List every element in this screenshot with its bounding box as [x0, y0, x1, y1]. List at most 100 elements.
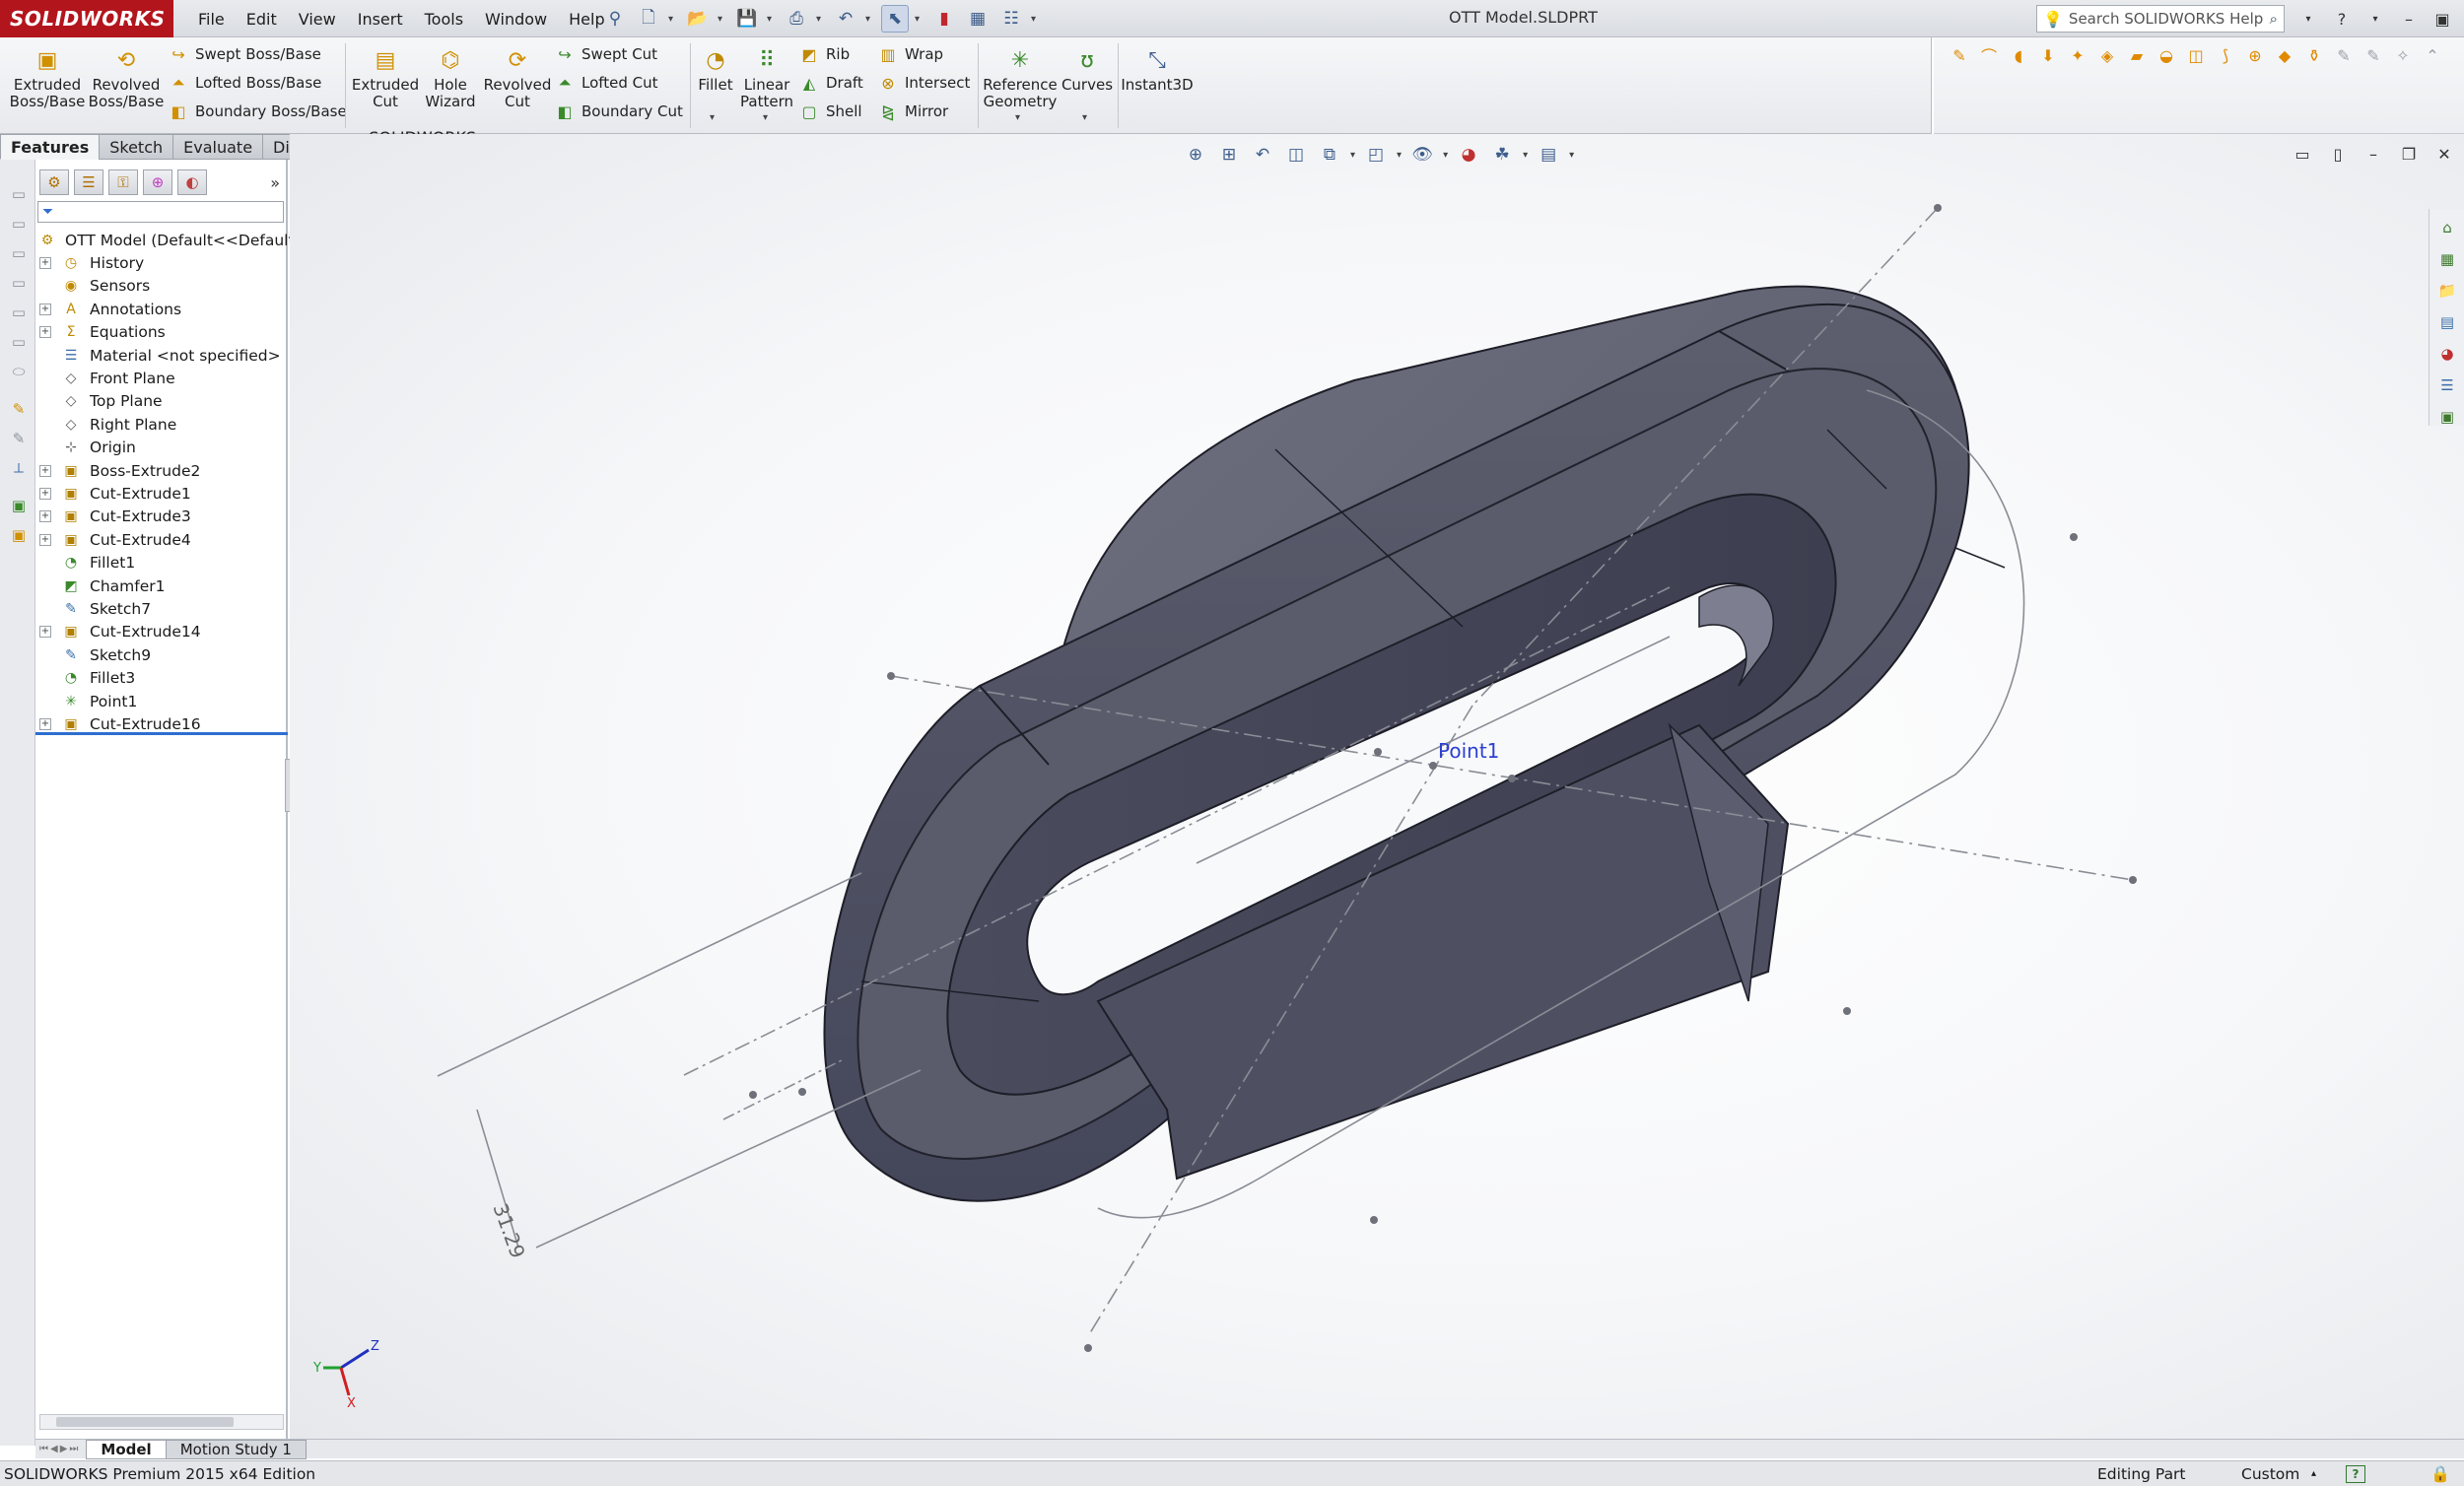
close-icon[interactable]: ✕	[2432, 142, 2456, 166]
tree-root-part[interactable]: ⚙ OTT Model (Default<<Default>_	[35, 229, 315, 251]
reference-geometry-dropdown-icon[interactable]: ▾	[1015, 112, 1020, 123]
file-properties-icon[interactable]: ▦	[964, 5, 992, 33]
undo-icon[interactable]: ↶	[832, 5, 859, 33]
menu-tools[interactable]: Tools	[414, 10, 474, 29]
revolved-cut-button[interactable]: ⟳ Revolved Cut	[483, 45, 552, 110]
expand-icon[interactable]: +	[39, 257, 51, 270]
tree-item-chamfer1[interactable]: ◩ Chamfer1	[35, 574, 288, 597]
open-dropdown-icon[interactable]: ▾	[718, 14, 727, 25]
expand-icon[interactable]: +	[39, 533, 51, 546]
expand-icon[interactable]: +	[39, 626, 51, 639]
toolbar-tool-icon[interactable]: ✎	[2332, 43, 2356, 67]
fillet-button[interactable]: ◔ Fillet	[694, 45, 737, 94]
horizontal-scrollbar[interactable]	[39, 1414, 284, 1430]
options-icon[interactable]: ☷	[997, 5, 1025, 33]
expand-icon[interactable]: +	[39, 717, 51, 730]
swept-cut-button[interactable]: ↪ Swept Cut	[554, 41, 657, 67]
boundary-cut-button[interactable]: ◧ Boundary Cut	[554, 99, 682, 124]
quick-tips-icon[interactable]: ?	[2346, 1464, 2365, 1483]
toolbar-tool-icon[interactable]: ◈	[2095, 43, 2119, 67]
view-orientation-dropdown-icon[interactable]: ▾	[1350, 150, 1355, 161]
expand-icon[interactable]: +	[39, 303, 51, 315]
swept-boss-button[interactable]: ↪ Swept Boss/Base	[168, 41, 321, 67]
expand-icon[interactable]: +	[39, 464, 51, 477]
custom-properties-icon[interactable]: ☰	[2434, 372, 2460, 398]
tree-item-origin[interactable]: ⊹ Origin	[35, 437, 288, 459]
print-dropdown-icon[interactable]: ▾	[816, 14, 826, 25]
zoom-to-fit-icon[interactable]: ⊕	[1183, 142, 1208, 168]
tree-item-sketch9[interactable]: ✎ Sketch9	[35, 643, 288, 666]
help-dropdown-icon[interactable]: ▾	[2363, 7, 2387, 31]
wrap-button[interactable]: ▥ Wrap	[877, 41, 943, 67]
part-model[interactable]	[290, 134, 2464, 1439]
restore-icon[interactable]: ❐	[2397, 142, 2421, 166]
print-icon[interactable]: ⎙	[783, 5, 810, 33]
design-library-icon[interactable]: ▦	[2434, 246, 2460, 272]
view-settings-icon[interactable]: ▤	[1536, 142, 1561, 168]
shell-button[interactable]: ▢ Shell	[798, 99, 861, 124]
menu-window[interactable]: Window	[474, 10, 558, 29]
dynamic-annotation-icon[interactable]: ⧉	[1317, 142, 1342, 168]
pin-icon[interactable]: ⚲	[601, 5, 629, 33]
view-orientation-icon[interactable]: ◰	[1363, 142, 1389, 168]
tree-item-cut-extrude4[interactable]: + ▣ Cut-Extrude4	[35, 528, 288, 551]
rollback-bar[interactable]	[35, 732, 288, 735]
tile-horizontal-icon[interactable]: ▭	[2291, 142, 2314, 166]
tile-vertical-icon[interactable]: ▯	[2326, 142, 2350, 166]
hide-show-items-icon[interactable]: 👁	[1409, 142, 1435, 168]
display-manager-tab-icon[interactable]: ◐	[177, 169, 207, 195]
next-tab-icon[interactable]: ▶	[60, 1444, 68, 1454]
tab-features[interactable]: Features	[0, 134, 101, 160]
file-explorer-icon[interactable]: 📁	[2434, 278, 2460, 304]
previous-tab-icon[interactable]: ◀	[50, 1444, 58, 1454]
scrollbar-thumb[interactable]	[56, 1417, 234, 1427]
view-settings-dropdown-icon[interactable]: ▾	[1569, 150, 1574, 161]
solidworks-resources-icon[interactable]: ⌂	[2434, 215, 2460, 240]
appearances-icon[interactable]: ◕	[2434, 341, 2460, 367]
toolbar-tool-icon[interactable]: ⬇	[2036, 43, 2060, 67]
edit-sketch-icon[interactable]: ✎	[8, 398, 30, 420]
tab-sketch[interactable]: Sketch	[99, 134, 174, 160]
hide-show-dropdown-icon[interactable]: ▾	[1443, 150, 1448, 161]
options-dropdown-icon[interactable]: ▾	[1031, 14, 1041, 25]
boundary-boss-button[interactable]: ◧ Boundary Boss/Base	[168, 99, 346, 124]
tree-item-fillet1[interactable]: ◔ Fillet1	[35, 551, 288, 574]
select-dropdown-icon[interactable]: ▾	[915, 14, 924, 25]
toolbar-tool-icon[interactable]: ◒	[2155, 43, 2178, 67]
draft-button[interactable]: ◭ Draft	[798, 70, 863, 96]
edit-appearance-icon[interactable]: ◕	[1456, 142, 1481, 168]
unit-dropdown-icon[interactable]: ▴	[2311, 1468, 2316, 1479]
toolbar-tool-icon[interactable]: ✎	[2361, 43, 2385, 67]
zoom-to-area-icon[interactable]: ⊞	[1216, 142, 1242, 168]
bottom-tab-motion-study-1[interactable]: Motion Study 1	[165, 1439, 307, 1459]
toolbar-tool-icon[interactable]: ✦	[2066, 43, 2089, 67]
tree-item-top-plane[interactable]: ◇ Top Plane	[35, 390, 288, 413]
toolbar-tool-icon[interactable]: ◆	[2273, 43, 2296, 67]
point-annotation[interactable]: Point1	[1438, 739, 1499, 763]
feature-icon[interactable]: ▣	[8, 524, 30, 546]
tab-scroll-arrows[interactable]: ⏮ ◀ ▶ ⏭	[39, 1444, 78, 1454]
first-tab-icon[interactable]: ⏮	[39, 1444, 48, 1454]
feature-icon[interactable]: ▣	[8, 495, 30, 516]
undo-dropdown-icon[interactable]: ▾	[865, 14, 875, 25]
tree-item-point1[interactable]: ✳ Point1	[35, 690, 288, 712]
grid-icon[interactable]: ▭	[8, 302, 30, 323]
unit-system-selector[interactable]: Custom	[2241, 1465, 2299, 1483]
grid-icon[interactable]: ▭	[8, 242, 30, 264]
save-dropdown-icon[interactable]: ▾	[767, 14, 777, 25]
edit-sketch-icon[interactable]: ✎	[8, 428, 30, 449]
pattern-dropdown-icon[interactable]: ▾	[763, 112, 768, 123]
lofted-cut-button[interactable]: ⏶ Lofted Cut	[554, 70, 658, 96]
feature-tree-tab-icon[interactable]: ⚙	[39, 169, 69, 195]
tree-item-right-plane[interactable]: ◇ Right Plane	[35, 413, 288, 436]
tree-item-sensors[interactable]: ◉ Sensors	[35, 275, 288, 298]
select-pointer-icon[interactable]: ⬉	[881, 5, 909, 33]
save-icon[interactable]: 💾	[733, 5, 761, 33]
toolbar-tool-icon[interactable]: ⌃	[2421, 43, 2444, 67]
reference-geometry-button[interactable]: ✳ Reference Geometry	[982, 45, 1059, 110]
rebuild-icon[interactable]: ▮	[930, 5, 958, 33]
property-manager-tab-icon[interactable]: ☰	[74, 169, 103, 195]
toolbar-tool-icon[interactable]: ⚱	[2302, 43, 2326, 67]
tree-item-cut-extrude14[interactable]: + ▣ Cut-Extrude14	[35, 621, 288, 643]
toolbar-tool-icon[interactable]: ⟆	[2214, 43, 2237, 67]
